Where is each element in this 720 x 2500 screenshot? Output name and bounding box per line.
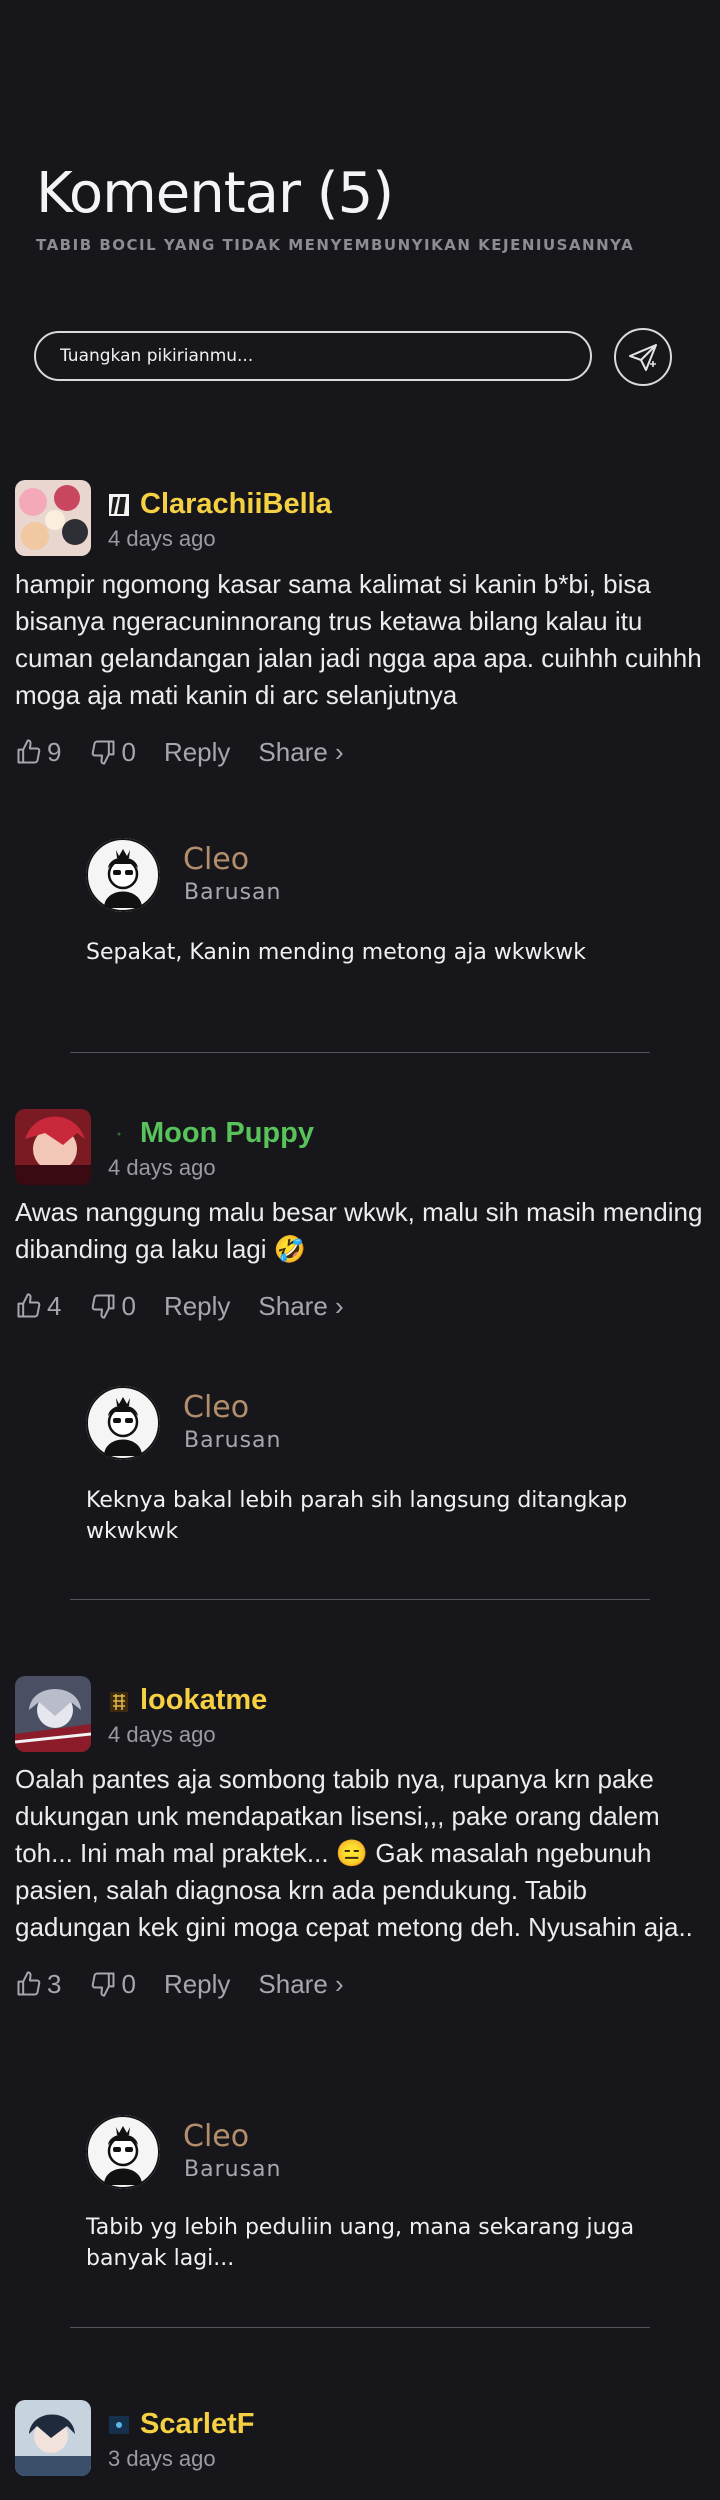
comment-item: Moon Puppy 4 days ago Awas nanggung malu…: [15, 1109, 705, 1326]
like-count: 9: [47, 736, 62, 767]
user-badge-icon: [108, 2412, 130, 2438]
comment-item: ClarachiiBella 4 days ago hampir ngomong…: [15, 480, 705, 772]
share-button[interactable]: Share ›: [258, 1969, 343, 2000]
thumbs-up-icon: [17, 1293, 41, 1318]
user-badge-icon: [108, 1121, 130, 1147]
user-avatar[interactable]: [15, 480, 91, 556]
like-button[interactable]: 9: [15, 737, 61, 768]
comments-header: Komentar (5) TABIB BOCIL YANG TIDAK MENY…: [36, 161, 635, 255]
reply-username[interactable]: Cleo: [183, 1390, 249, 1425]
dislike-button[interactable]: 0: [89, 1968, 136, 2000]
comment-divider: [70, 1599, 650, 1600]
reply-button[interactable]: Reply: [164, 1291, 230, 1322]
user-badge-icon: [108, 492, 130, 518]
share-button[interactable]: Share ›: [258, 1291, 343, 1322]
username[interactable]: Moon Puppy: [140, 1117, 314, 1150]
send-button[interactable]: [614, 328, 672, 386]
reply-username[interactable]: Cleo: [183, 2119, 249, 2154]
comment-input[interactable]: [36, 333, 590, 379]
user-avatar[interactable]: [15, 1109, 91, 1185]
user-avatar[interactable]: [15, 1676, 91, 1752]
comment-divider: [70, 2327, 650, 2328]
comment-time: 3 days ago: [108, 2446, 216, 2471]
comment-time: 4 days ago: [108, 1722, 216, 1747]
user-avatar[interactable]: [15, 2400, 91, 2476]
dislike-count: 0: [121, 736, 136, 767]
thumbs-down-icon: [92, 1972, 115, 1997]
user-badge-icon: [108, 1688, 130, 1714]
comment-text: hampir ngomong kasar sama kalimat si kan…: [15, 569, 702, 710]
comment-text: Oalah pantes aja sombong tabib nya, rupa…: [15, 1764, 693, 1942]
comment-input-wrapper[interactable]: [34, 331, 592, 381]
dislike-count: 0: [121, 1968, 136, 1999]
reply-text: Sepakat, Kanin mending metong aja wkwkwk: [86, 940, 587, 965]
comment-time: 4 days ago: [108, 526, 216, 551]
comment-text: Awas nanggung malu besar wkwk, malu sih …: [15, 1197, 703, 1264]
thumbs-down-icon: [92, 740, 115, 765]
dislike-button[interactable]: 0: [89, 736, 136, 768]
username[interactable]: lookatme: [140, 1684, 267, 1717]
thumbs-up-icon: [17, 739, 41, 764]
like-count: 3: [47, 1968, 62, 1999]
comment-item: lookatme 4 days ago Oalah pantes aja som…: [15, 1676, 705, 2004]
page-title: Komentar (5): [36, 161, 394, 226]
comment-item: ScarletF 3 days ago: [15, 2400, 705, 2480]
reply-time: Barusan: [184, 880, 282, 905]
reply-time: Barusan: [184, 2157, 282, 2182]
like-button[interactable]: 3: [15, 1969, 61, 2000]
dislike-count: 0: [121, 1290, 136, 1321]
username[interactable]: ScarletF: [140, 2408, 254, 2441]
share-button[interactable]: Share ›: [258, 737, 343, 768]
reply-text: Keknya bakal lebih parah sih langsung di…: [86, 1488, 628, 1544]
thumbs-down-icon: [92, 1294, 115, 1319]
like-count: 4: [47, 1290, 62, 1321]
reply-username[interactable]: Cleo: [183, 842, 249, 877]
comment-time: 4 days ago: [108, 1155, 216, 1180]
reply-button[interactable]: Reply: [164, 737, 230, 768]
reply-text: Tabib yg lebih peduliin uang, mana sekar…: [86, 2215, 635, 2271]
page-subtitle: TABIB BOCIL YANG TIDAK MENYEMBUNYIKAN KE…: [36, 236, 635, 254]
reply-avatar: [86, 2115, 160, 2189]
reply-button[interactable]: Reply: [164, 1969, 230, 2000]
reply-time: Barusan: [184, 1428, 282, 1453]
reply-avatar: [86, 838, 160, 912]
username[interactable]: ClarachiiBella: [140, 488, 332, 521]
reply-avatar: [86, 1386, 160, 1460]
comment-divider: [70, 1052, 650, 1053]
thumbs-up-icon: [17, 1971, 41, 1996]
dislike-button[interactable]: 0: [89, 1290, 136, 1322]
like-button[interactable]: 4: [15, 1291, 61, 1322]
paper-plane-icon: [629, 344, 657, 371]
